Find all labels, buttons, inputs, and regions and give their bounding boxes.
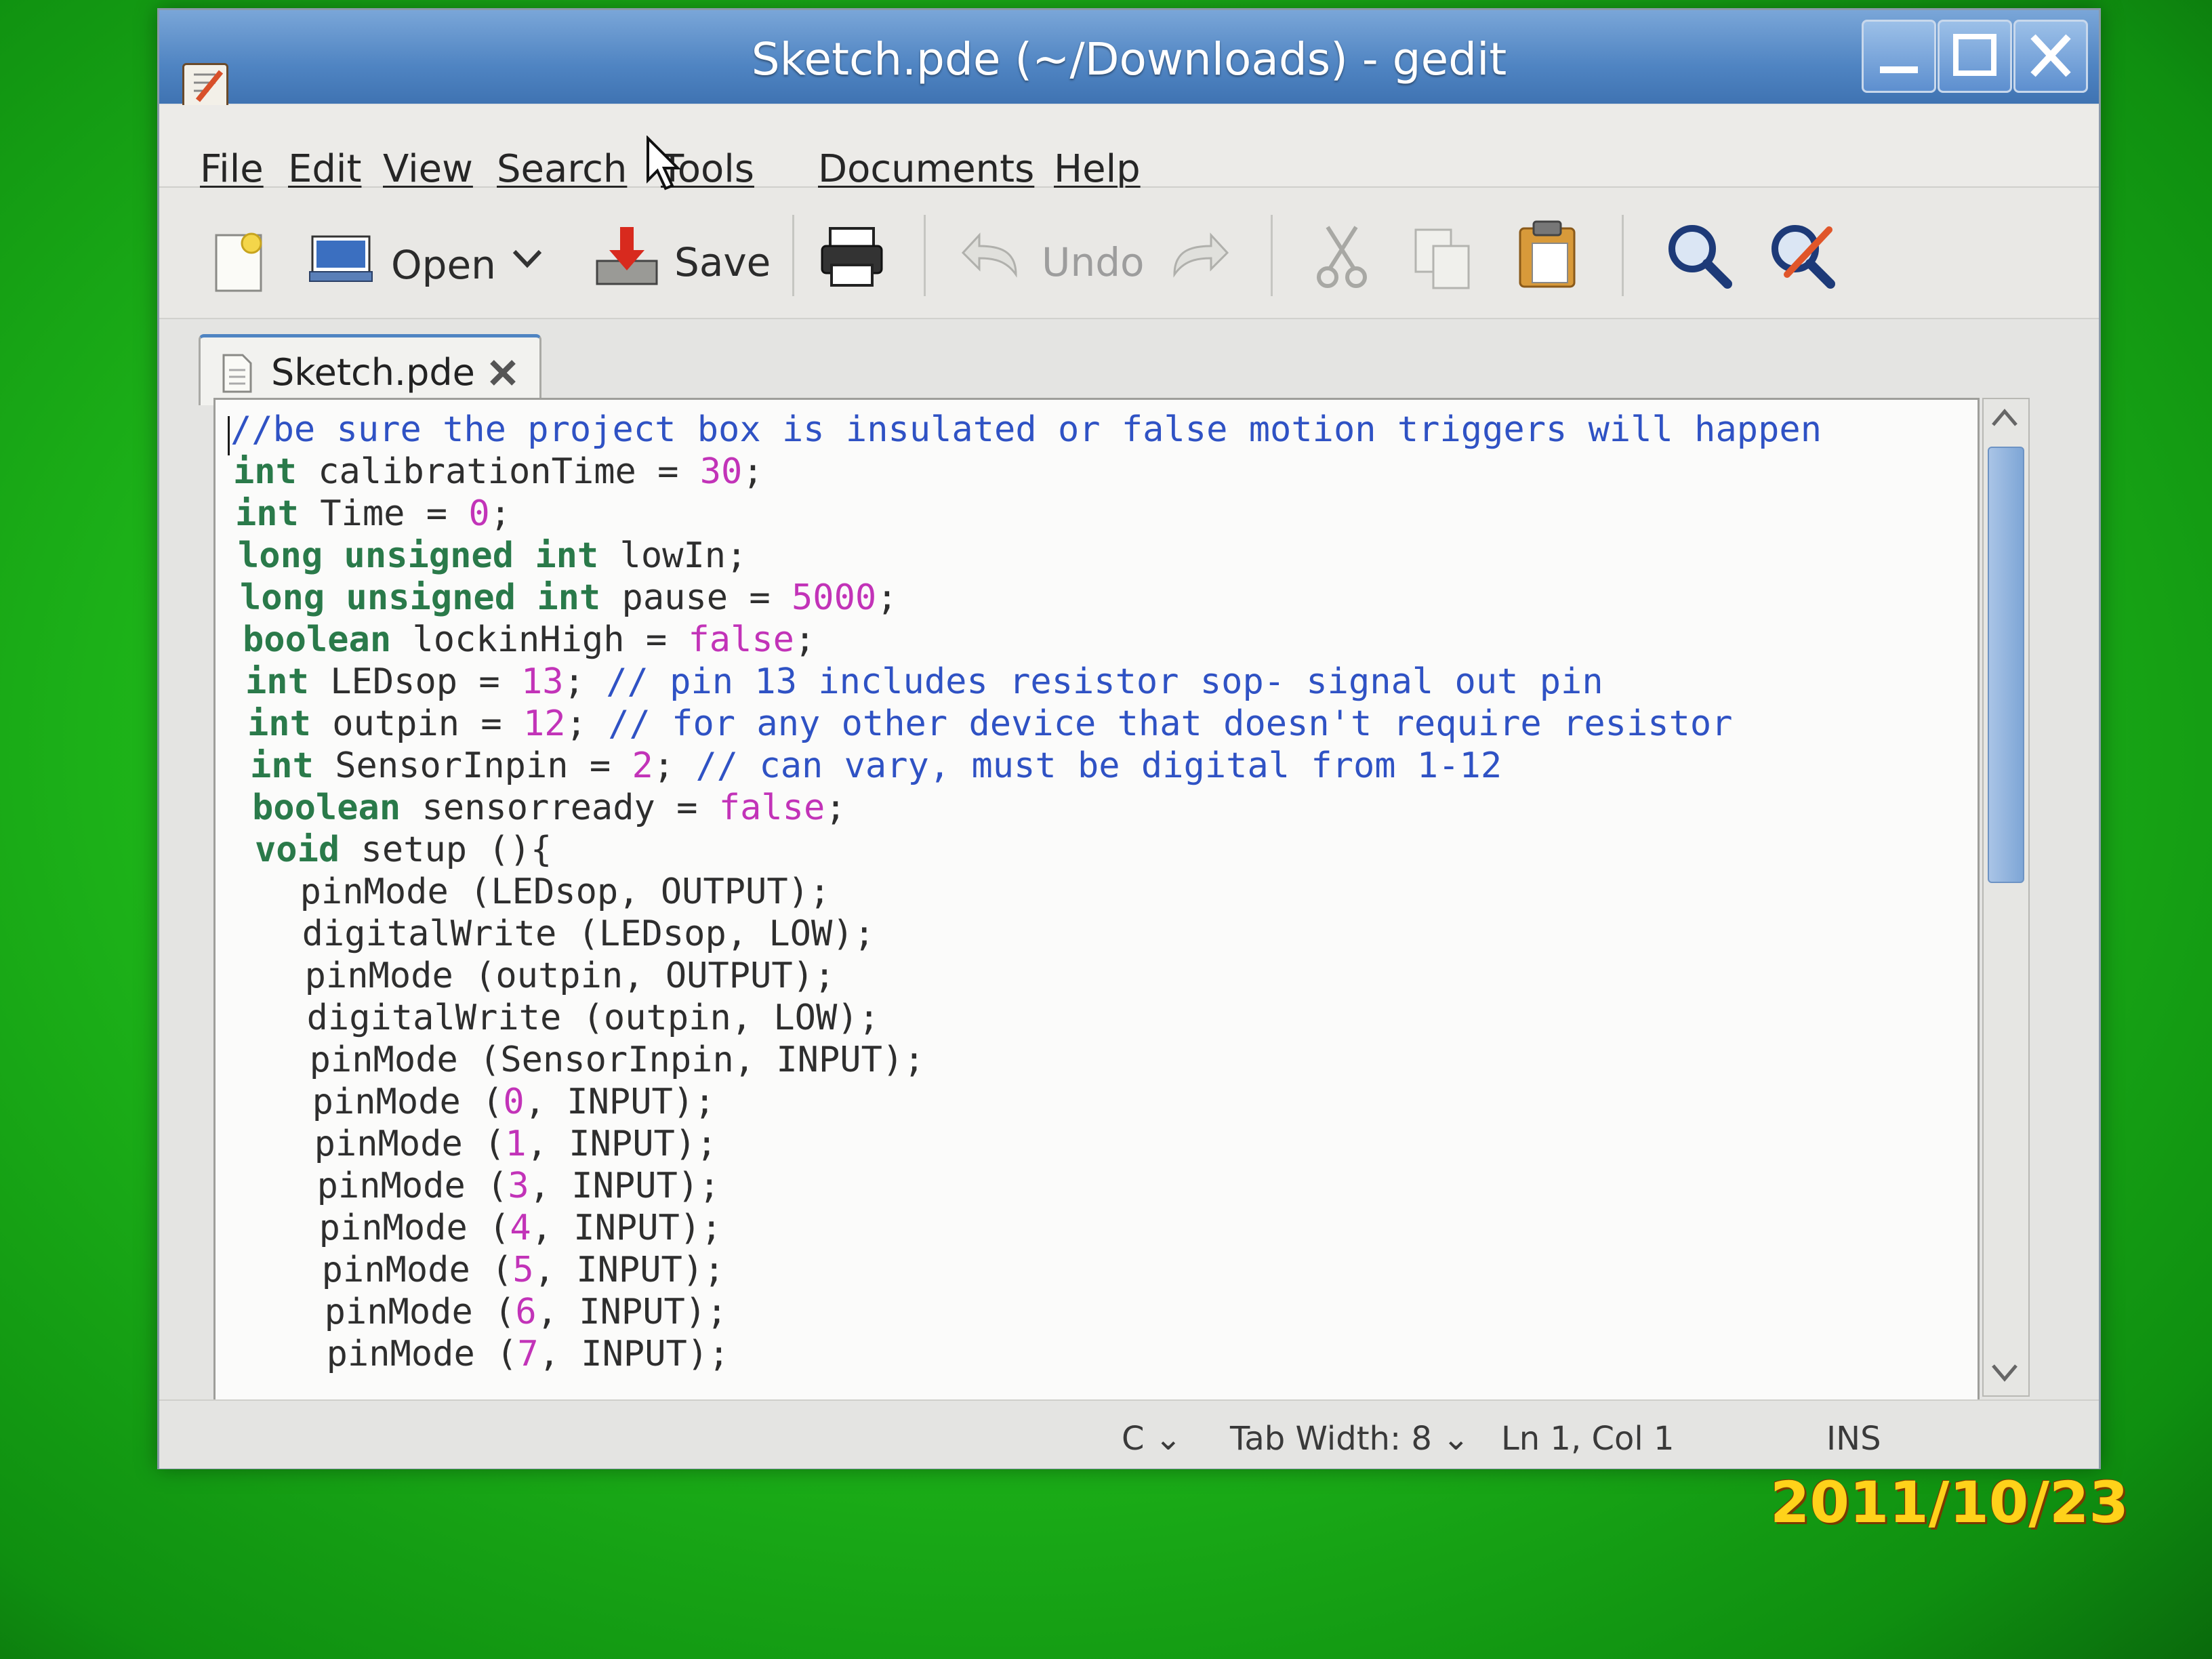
code-line: pinMode (SensorInpin, INPUT); xyxy=(267,1040,925,1080)
code-line: pinMode (6, INPUT); xyxy=(282,1292,728,1332)
maximize-icon xyxy=(1953,34,1996,76)
printer-icon xyxy=(821,227,883,287)
find-button[interactable] xyxy=(1664,220,1734,293)
menu-search[interactable]: Search xyxy=(497,147,627,191)
code-line: int SensorInpin = 2; // can vary, must b… xyxy=(250,745,1502,786)
code-line: int Time = 0; xyxy=(235,493,511,534)
menu-file[interactable]: File xyxy=(200,147,264,191)
chevron-down-icon: ⌄ xyxy=(1154,1420,1182,1458)
text-file-icon xyxy=(222,354,252,393)
code-line: void setup (){ xyxy=(255,830,552,870)
print-button[interactable] xyxy=(818,223,886,293)
code-line: boolean sensorready = false; xyxy=(252,787,846,828)
title-bar[interactable]: Sketch.pde (~/Downloads) - gedit xyxy=(159,10,2099,109)
copy-button[interactable] xyxy=(1412,226,1474,293)
language-selector[interactable]: C ⌄ xyxy=(1122,1420,1182,1458)
redo-button[interactable] xyxy=(1166,227,1231,288)
code-line: int LEDsop = 13; // pin 13 includes resi… xyxy=(245,661,1603,702)
toolbar-separator xyxy=(1271,215,1273,296)
code-line: pinMode (0, INPUT); xyxy=(270,1082,716,1122)
clipboard-icon xyxy=(1519,220,1576,288)
vertical-scrollbar[interactable] xyxy=(1982,398,2030,1397)
code-line: digitalWrite (LEDsop, LOW); xyxy=(260,914,875,954)
code-line: pinMode (5, INPUT); xyxy=(279,1250,725,1290)
undo-label[interactable]: Undo xyxy=(1042,239,1145,285)
menu-help[interactable]: Help xyxy=(1054,147,1141,191)
save-button[interactable] xyxy=(593,223,661,293)
code-line: pinMode (3, INPUT); xyxy=(274,1166,720,1206)
code-line: long unsigned int lowIn; xyxy=(238,535,747,576)
code-line: pinMode (outpin, OUTPUT); xyxy=(262,956,836,996)
scroll-down-icon[interactable] xyxy=(1989,1359,2020,1386)
code-line: digitalWrite (outpin, LOW); xyxy=(264,998,880,1038)
search-icon xyxy=(1668,225,1732,289)
paste-button[interactable] xyxy=(1515,219,1580,292)
menu-edit[interactable]: Edit xyxy=(288,147,361,191)
code-line: int outpin = 12; // for any other device… xyxy=(247,703,1733,744)
open-recent-dropdown[interactable] xyxy=(510,246,544,276)
chevron-down-icon xyxy=(512,249,542,268)
cursor-position: Ln 1, Col 1 xyxy=(1501,1420,1675,1458)
toolbar-separator xyxy=(924,215,926,296)
scroll-up-icon[interactable] xyxy=(1989,405,2020,432)
minimize-button[interactable] xyxy=(1862,20,1936,93)
document-tabs: Sketch.pde xyxy=(159,319,2099,405)
toolbar: Open Save Undo xyxy=(159,188,2099,319)
open-label[interactable]: Open xyxy=(391,242,496,288)
save-label[interactable]: Save xyxy=(674,239,771,285)
code-editor[interactable]: //be sure the project box is insulated o… xyxy=(213,398,1980,1405)
new-document-button[interactable] xyxy=(212,228,270,296)
cut-button[interactable] xyxy=(1311,223,1372,293)
close-button[interactable] xyxy=(2013,20,2088,93)
mouse-pointer-icon xyxy=(647,136,681,190)
undo-arrow-icon xyxy=(961,232,1017,278)
code-line: pinMode (LEDsop, OUTPUT); xyxy=(258,872,831,912)
copy-icon xyxy=(1414,228,1470,289)
redo-arrow-icon xyxy=(1173,232,1229,278)
maximize-button[interactable] xyxy=(1938,20,2012,93)
new-document-icon xyxy=(215,232,262,292)
find-replace-button[interactable] xyxy=(1767,220,1837,293)
find-replace-icon xyxy=(1771,225,1835,289)
tab-width-label: Tab Width: 8 xyxy=(1230,1420,1432,1458)
menu-documents[interactable]: Documents xyxy=(818,147,1034,191)
code-line: pinMode (7, INPUT); xyxy=(284,1334,730,1374)
menu-bar: File Edit View Search Tools Documents He… xyxy=(159,105,2099,191)
save-icon xyxy=(596,227,658,285)
minimize-icon xyxy=(1880,66,1918,73)
menu-view[interactable]: View xyxy=(383,147,473,191)
code-line: long unsigned int pause = 5000; xyxy=(240,577,898,618)
tab-width-selector[interactable]: Tab Width: 8 ⌄ xyxy=(1230,1420,1469,1458)
tab-sketch-pde[interactable]: Sketch.pde xyxy=(199,334,541,405)
open-button[interactable] xyxy=(308,223,373,291)
tab-close-icon[interactable] xyxy=(488,358,518,388)
code-line: //be sure the project box is insulated o… xyxy=(230,409,1822,450)
insert-mode: INS xyxy=(1826,1420,1881,1458)
language-label: C xyxy=(1122,1420,1145,1458)
tab-label: Sketch.pde xyxy=(271,351,475,394)
toolbar-separator xyxy=(1622,215,1624,296)
code-line: int calibrationTime = 30; xyxy=(233,451,764,492)
scrollbar-thumb[interactable] xyxy=(1988,447,2024,883)
code-line: pinMode (4, INPUT); xyxy=(276,1208,722,1248)
code-line: boolean lockinHigh = false; xyxy=(243,619,816,660)
close-icon xyxy=(2030,34,2071,77)
photo-date-stamp: 2011/10/23 xyxy=(1770,1469,2129,1536)
undo-button[interactable] xyxy=(959,227,1024,288)
toolbar-separator xyxy=(792,215,794,296)
open-folder-icon xyxy=(309,235,373,282)
text-caret xyxy=(228,416,230,455)
gedit-window: Sketch.pde (~/Downloads) - gedit File Ed… xyxy=(157,8,2101,1469)
code-line: pinMode (1, INPUT); xyxy=(272,1124,718,1164)
chevron-down-icon: ⌄ xyxy=(1442,1420,1470,1458)
status-bar: C ⌄ Tab Width: 8 ⌄ Ln 1, Col 1 INS xyxy=(159,1399,2099,1469)
window-title: Sketch.pde (~/Downloads) - gedit xyxy=(751,33,1507,85)
scissors-icon xyxy=(1317,226,1367,288)
